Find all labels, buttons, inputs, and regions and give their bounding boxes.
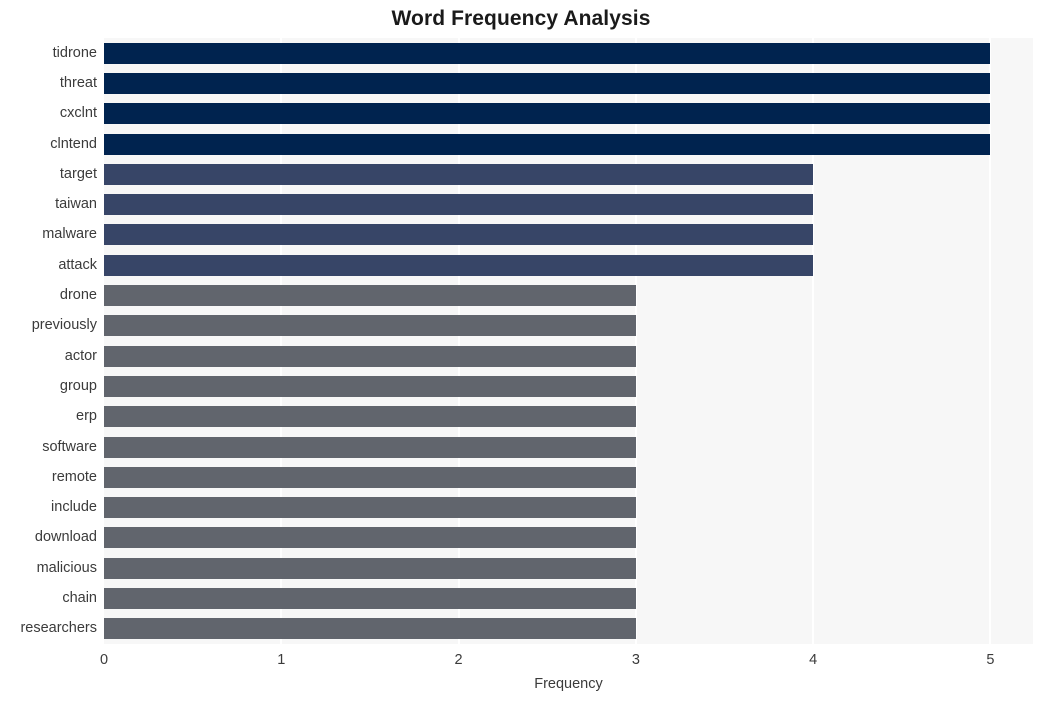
page-title: Word Frequency Analysis <box>391 7 651 30</box>
gridline-x-4 <box>812 38 815 644</box>
plot-area <box>104 38 1033 644</box>
y-tick-label-malware: malware <box>42 226 97 243</box>
x-tick-label-3: 3 <box>631 652 640 668</box>
bar-taiwan[interactable] <box>104 194 814 216</box>
bar-attack[interactable] <box>104 254 814 276</box>
y-tick-label-malicious: malicious <box>36 559 97 576</box>
bar-cxclnt[interactable] <box>104 103 991 125</box>
bar-target[interactable] <box>104 163 814 185</box>
bar-software[interactable] <box>104 436 636 458</box>
bar-chain[interactable] <box>104 588 636 610</box>
bar-researchers[interactable] <box>104 618 636 640</box>
bar-malware[interactable] <box>104 224 814 246</box>
bar-actor[interactable] <box>104 345 636 367</box>
y-tick-label-chain: chain <box>62 590 97 607</box>
y-tick-label-download: download <box>34 529 97 546</box>
y-tick-label-taiwan: taiwan <box>55 196 97 213</box>
y-tick-label-drone: drone <box>59 287 97 304</box>
y-tick-label-attack: attack <box>58 256 97 273</box>
bar-malicious[interactable] <box>104 557 636 579</box>
y-tick-label-previously: previously <box>31 317 97 334</box>
gridline-x-1 <box>280 38 283 644</box>
y-tick-label-actor: actor <box>64 347 97 364</box>
bar-previously[interactable] <box>104 315 636 337</box>
x-tick-label-0: 0 <box>99 652 109 668</box>
y-tick-label-cxclnt: cxclnt <box>59 105 97 122</box>
x-tick-label-5: 5 <box>986 652 995 668</box>
gridline-x-2 <box>457 38 460 644</box>
bar-drone[interactable] <box>104 285 636 307</box>
bar-tidrone[interactable] <box>104 42 991 64</box>
bar-threat[interactable] <box>104 72 991 94</box>
y-tick-label-tidrone: tidrone <box>52 44 97 61</box>
gridline-x-3 <box>634 38 637 644</box>
y-tick-label-threat: threat <box>59 74 97 91</box>
chart-figure: Word Frequency Analysis tidrone threat cxc… <box>0 0 1042 701</box>
gridline-x-5 <box>989 38 992 644</box>
x-tick-label-4: 4 <box>809 652 818 668</box>
bar-remote[interactable] <box>104 466 636 488</box>
y-tick-label-researchers: researchers <box>20 620 97 637</box>
bar-clntend[interactable] <box>104 133 991 155</box>
bar-group[interactable] <box>104 375 636 397</box>
x-axis-title: Frequency <box>534 676 603 692</box>
bar-erp[interactable] <box>104 406 636 428</box>
x-axis-tick-labels: 0 1 2 3 4 5 <box>0 650 1042 672</box>
y-axis-tick-labels: tidrone threat cxclnt clntend target taiwan ma… <box>0 38 97 644</box>
y-tick-label-target: target <box>59 165 97 182</box>
y-tick-label-clntend: clntend <box>50 135 97 152</box>
y-tick-label-software: software <box>42 438 97 455</box>
bar-include[interactable] <box>104 497 636 519</box>
x-tick-label-2: 2 <box>454 652 463 668</box>
bar-download[interactable] <box>104 527 636 549</box>
y-tick-label-include: include <box>51 499 97 516</box>
y-tick-label-erp: erp <box>76 408 97 425</box>
x-tick-label-1: 1 <box>277 652 286 668</box>
y-tick-label-group: group <box>59 377 97 394</box>
y-tick-label-remote: remote <box>51 468 97 485</box>
